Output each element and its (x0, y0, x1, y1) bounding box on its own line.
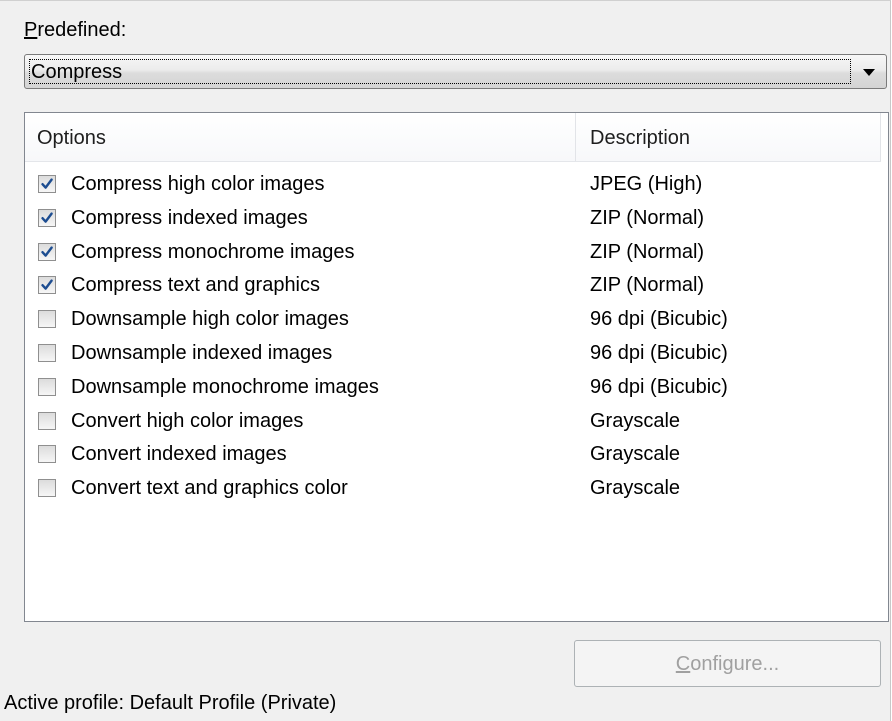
column-header-options[interactable]: Options (25, 113, 576, 161)
checkbox-checked[interactable] (38, 276, 56, 295)
list-item[interactable]: Downsample indexed images 96 dpi (Bicubic… (25, 337, 881, 371)
checkbox-unchecked[interactable] (38, 377, 56, 396)
checkmark-icon (41, 245, 53, 257)
list-item[interactable]: Downsample monochrome images 96 dpi (Bicu… (25, 371, 881, 405)
configure-button-label: Configure... (676, 651, 779, 677)
list-item[interactable]: Compress high color images JPEG (High) (25, 168, 881, 202)
list-item[interactable]: Convert high color images Grayscale (25, 405, 881, 439)
option-description: 96 dpi (Bicubic) (590, 308, 728, 331)
list-item[interactable]: Convert text and graphics color Grayscale (25, 472, 881, 506)
checkbox-unchecked[interactable] (38, 310, 56, 329)
option-description: ZIP (Normal) (590, 206, 705, 229)
checkbox-checked[interactable] (38, 242, 56, 261)
predefined-label-text: redefined: (37, 19, 127, 41)
checkbox-unchecked[interactable] (38, 445, 56, 464)
checkmark-icon (41, 178, 53, 189)
configure-button-accelerator: C (675, 653, 691, 675)
column-header-description[interactable]: Description (576, 113, 881, 161)
checkbox-unchecked[interactable] (38, 344, 56, 362)
configure-button-label-text: onfigure... (690, 653, 780, 675)
option-label: Downsample monochrome images (71, 375, 379, 398)
list-item[interactable]: Convert indexed images Grayscale (25, 438, 881, 472)
checkmark-icon (41, 212, 53, 223)
column-header-options-label: Options (37, 127, 106, 149)
option-description: ZIP (Normal) (590, 274, 705, 297)
list-item[interactable]: Downsample high color images 96 dpi (Bicu… (25, 303, 881, 337)
option-label: Convert indexed images (71, 443, 287, 466)
checkbox-unchecked[interactable] (38, 479, 56, 498)
option-label: Compress text and graphics (71, 274, 321, 297)
checkbox-unchecked[interactable] (38, 411, 56, 430)
option-description: 96 dpi (Bicubic) (590, 342, 728, 364)
list-item[interactable]: Compress text and graphics ZIP (Normal) (25, 269, 881, 303)
list-item[interactable]: Compress indexed images ZIP (Normal) (25, 202, 881, 236)
checkbox-checked[interactable] (38, 175, 56, 193)
active-profile-status: Active profile: Default Profile (Private… (4, 692, 337, 714)
list-item[interactable]: Compress monochrome images ZIP (Normal) (25, 236, 881, 270)
checkmark-icon (41, 279, 53, 291)
column-header-description-label: Description (590, 127, 691, 149)
predefined-label: Predefined: (24, 17, 126, 43)
dropdown-focus-rectangle (29, 59, 851, 84)
option-description: ZIP (Normal) (590, 240, 705, 263)
option-label: Convert text and graphics color (71, 477, 348, 500)
options-list[interactable]: Options Description Compress high color … (24, 112, 889, 622)
option-description: 96 dpi (Bicubic) (590, 375, 728, 398)
predefined-selected-value: Compress (31, 61, 123, 83)
configure-button[interactable]: Configure... (574, 640, 881, 687)
checkbox-checked[interactable] (38, 208, 56, 227)
option-label: Compress indexed images (71, 206, 308, 229)
chevron-down-icon[interactable] (863, 69, 875, 76)
option-description: JPEG (High) (590, 173, 703, 195)
option-label: Compress monochrome images (71, 240, 355, 263)
predefined-dropdown[interactable]: Compress (24, 54, 887, 89)
option-label: Compress high color images (71, 173, 325, 195)
list-header: Options Description (25, 113, 881, 162)
compression-options-panel: Predefined: Compress Options Description… (0, 0, 891, 721)
option-description: Grayscale (590, 409, 681, 432)
option-description: Grayscale (590, 443, 681, 466)
option-label: Downsample high color images (71, 308, 349, 331)
predefined-label-accelerator: P (24, 19, 38, 41)
option-description: Grayscale (590, 477, 681, 500)
option-label: Convert high color images (71, 409, 304, 432)
option-label: Downsample indexed images (71, 342, 333, 364)
